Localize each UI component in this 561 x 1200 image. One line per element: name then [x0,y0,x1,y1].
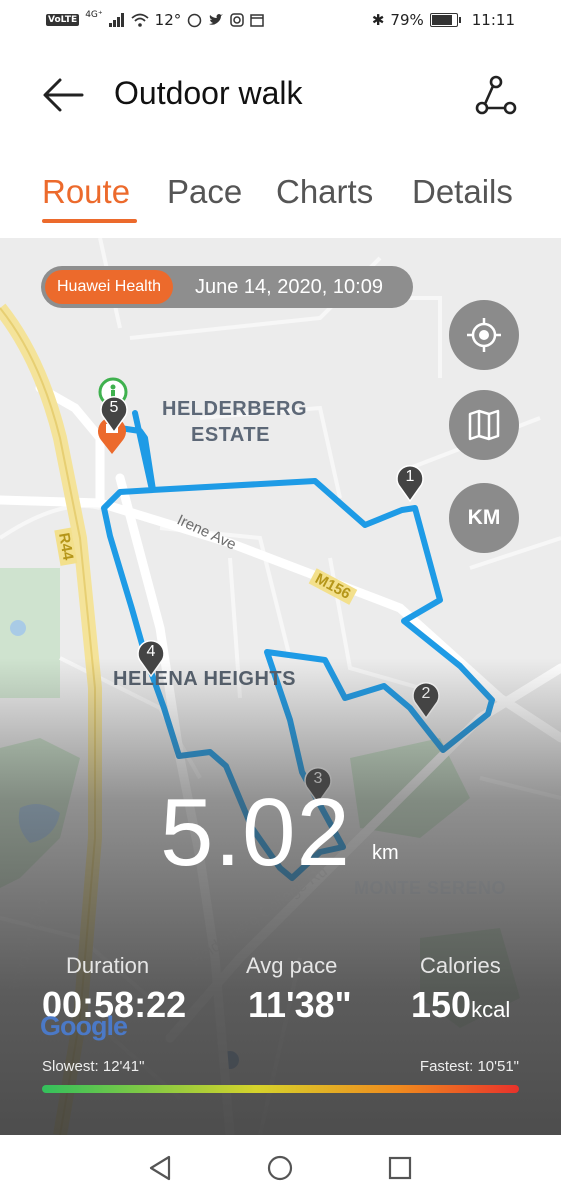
header: Outdoor walk [0,40,561,150]
wifi-icon [131,13,149,27]
battery-level [431,15,453,25]
unit-toggle-button[interactable]: KM [449,483,519,553]
crosshair-icon [467,318,501,352]
stat-label-calories: Calories [420,953,501,978]
km-marker-2[interactable]: 2 [410,680,442,720]
tab-charts[interactable]: Charts [276,173,373,211]
triangle-back-icon[interactable] [145,1153,175,1183]
square-recents-icon[interactable] [385,1153,415,1183]
page-title: Outdoor walk [114,75,303,111]
active-tab-indicator [42,219,137,223]
battery-percent: 79% [390,11,424,29]
distance-unit: km [372,842,399,864]
place-label-monte: MONTE SERENO [354,878,507,898]
tab-pace[interactable]: Pace [167,173,242,211]
tab-details[interactable]: Details [412,173,513,211]
stat-value-calories: 150kcal [411,984,510,1026]
record-date: June 14, 2020, 10:09 [195,276,383,298]
volte-badge: VoLTE [46,14,80,26]
source-badge: Huawei Health [45,270,174,304]
clock: 11:11 [471,11,515,29]
stat-label-avg-pace: Avg pace [246,953,338,978]
km-marker-1[interactable]: 1 [394,463,426,503]
locate-button[interactable] [449,300,519,370]
bluetooth-icon: ✱ [371,11,385,29]
google-attribution-logo: Google [40,1011,128,1041]
arrow-left-icon[interactable] [40,72,86,118]
route-map[interactable]: Irene Ave M156 R44 Broadway Blvd Helderb… [0,238,561,1135]
calories-number: 150 [411,984,472,1025]
slowest-pace: Slowest: 12'41" [42,1058,145,1075]
total-distance: 5.02 [160,779,351,886]
calories-unit: kcal [471,997,511,1022]
map-type-button[interactable] [449,390,519,460]
pace-gradient-bar [42,1085,519,1093]
km-marker-4[interactable]: 4 [135,638,167,678]
map-icon [468,409,500,441]
system-nav-bar [0,1135,561,1200]
instagram-icon [230,13,244,27]
stat-label-duration: Duration [66,953,150,978]
whatsapp-icon [188,13,202,27]
fastest-pace: Fastest: 10'51" [419,1058,519,1075]
place-label-helderberg: HELDERBERG [162,398,308,420]
tab-bar: Route Pace Charts Details [0,160,561,236]
twitter-icon [209,14,224,25]
status-bar: VoLTE 4G⁺ 12° ✱ 79% 11:11 [0,0,561,40]
stat-value-avg-pace: 11'38" [248,984,352,1025]
battery-icon [429,13,461,27]
calendar-icon [250,14,264,27]
circle-home-icon[interactable] [265,1153,295,1183]
tab-route[interactable]: Route [42,173,130,211]
signal-icon [108,13,124,27]
place-label-estate: ESTATE [191,424,270,446]
km-marker-5[interactable]: 5 [98,394,130,434]
route-share-icon[interactable] [472,72,522,118]
record-info-pill: Huawei Health June 14, 2020, 10:09 [41,266,413,308]
network-type: 4G⁺ [85,10,103,20]
temperature: 12° [154,11,182,29]
